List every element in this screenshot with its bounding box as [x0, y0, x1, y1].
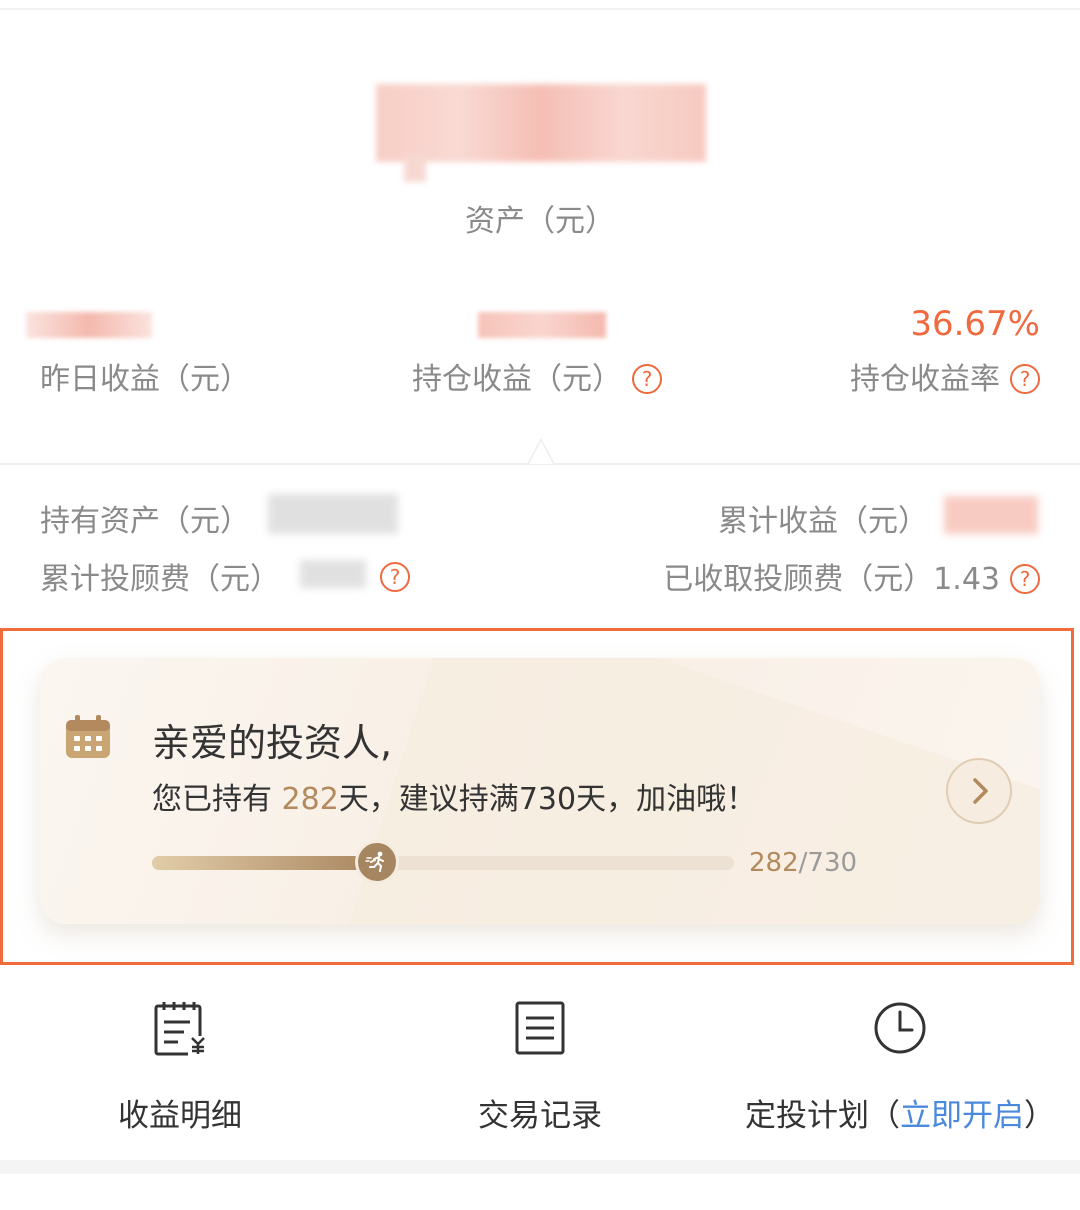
held-assets-label: 持有资产（元） — [40, 504, 250, 539]
income-detail-icon — [154, 1002, 208, 1056]
nav-transactions[interactable]: 交易记录 — [360, 1000, 720, 1135]
bottom-separator — [0, 1160, 1080, 1174]
yesterday-income-value-redacted — [26, 312, 152, 338]
yesterday-income-label: 昨日收益（元） — [40, 362, 250, 397]
enable-now-link[interactable]: 立即开启 — [900, 1098, 1024, 1134]
held-days: 282 — [281, 782, 339, 817]
collected-fee-label: 已收取投顾费（元） — [663, 562, 934, 597]
target-days: 730 — [518, 782, 577, 817]
holding-rate-value: 36.67% — [910, 304, 1040, 344]
progress-total: /730 — [798, 848, 858, 878]
nav-income-detail-label: 收益明细 — [118, 1098, 242, 1134]
collected-fee-group: 已收取投顾费（元）1.43? — [663, 554, 1040, 598]
nav-investment-plan[interactable]: 定投计划（立即开启） — [720, 1000, 1080, 1135]
holding-rate-label-group: 持仓收益率? — [850, 354, 1040, 398]
help-icon[interactable]: ? — [632, 363, 662, 394]
help-icon[interactable]: ? — [380, 562, 410, 592]
holding-income-value-redacted — [478, 312, 606, 338]
calendar-icon — [66, 715, 110, 758]
progress-track — [152, 840, 734, 884]
total-asset-label: 资产（元） — [465, 204, 615, 239]
help-icon[interactable]: ? — [1010, 363, 1040, 394]
runner-icon — [354, 840, 399, 884]
chevron-right-icon — [973, 778, 988, 804]
nav-income-detail[interactable]: 收益明细 — [0, 1000, 360, 1135]
holding-income-label-group: 持仓收益（元）? — [412, 354, 662, 398]
card-message: 您已持有 282天，建议持满730天，加油哦！ — [152, 782, 757, 817]
holding-rate-label: 持仓收益率 — [850, 362, 1000, 397]
progress-current: 282 — [749, 848, 799, 878]
progress-fill — [152, 856, 377, 870]
nav-transactions-label: 交易记录 — [478, 1098, 602, 1134]
card-title: 亲爱的投资人, — [152, 721, 393, 765]
holding-progress-card[interactable]: 亲爱的投资人, 您已持有 282天，建议持满730天，加油哦！ 282/730 — [40, 658, 1040, 924]
document-icon — [515, 1001, 565, 1055]
help-icon[interactable]: ? — [1010, 563, 1040, 594]
collected-fee-value: 1.43 — [933, 562, 1000, 597]
clock-icon — [874, 1002, 926, 1054]
chevron-right-button[interactable] — [946, 758, 1012, 824]
top-divider — [0, 8, 1080, 10]
cumulative-income-label: 累计收益（元） — [718, 504, 928, 539]
total-asset-value-redacted — [376, 84, 706, 182]
holding-income-label: 持仓收益（元） — [412, 362, 622, 397]
cumulative-fee-label: 累计投顾费（元） — [40, 562, 280, 597]
cumulative-fee-value-redacted — [300, 560, 366, 588]
nav-plan-label: 定投计划（立即开启） — [745, 1098, 1055, 1134]
cumulative-income-value-redacted — [944, 496, 1038, 534]
held-assets-value-redacted — [268, 494, 398, 534]
progress-text: 282/730 — [749, 848, 857, 878]
